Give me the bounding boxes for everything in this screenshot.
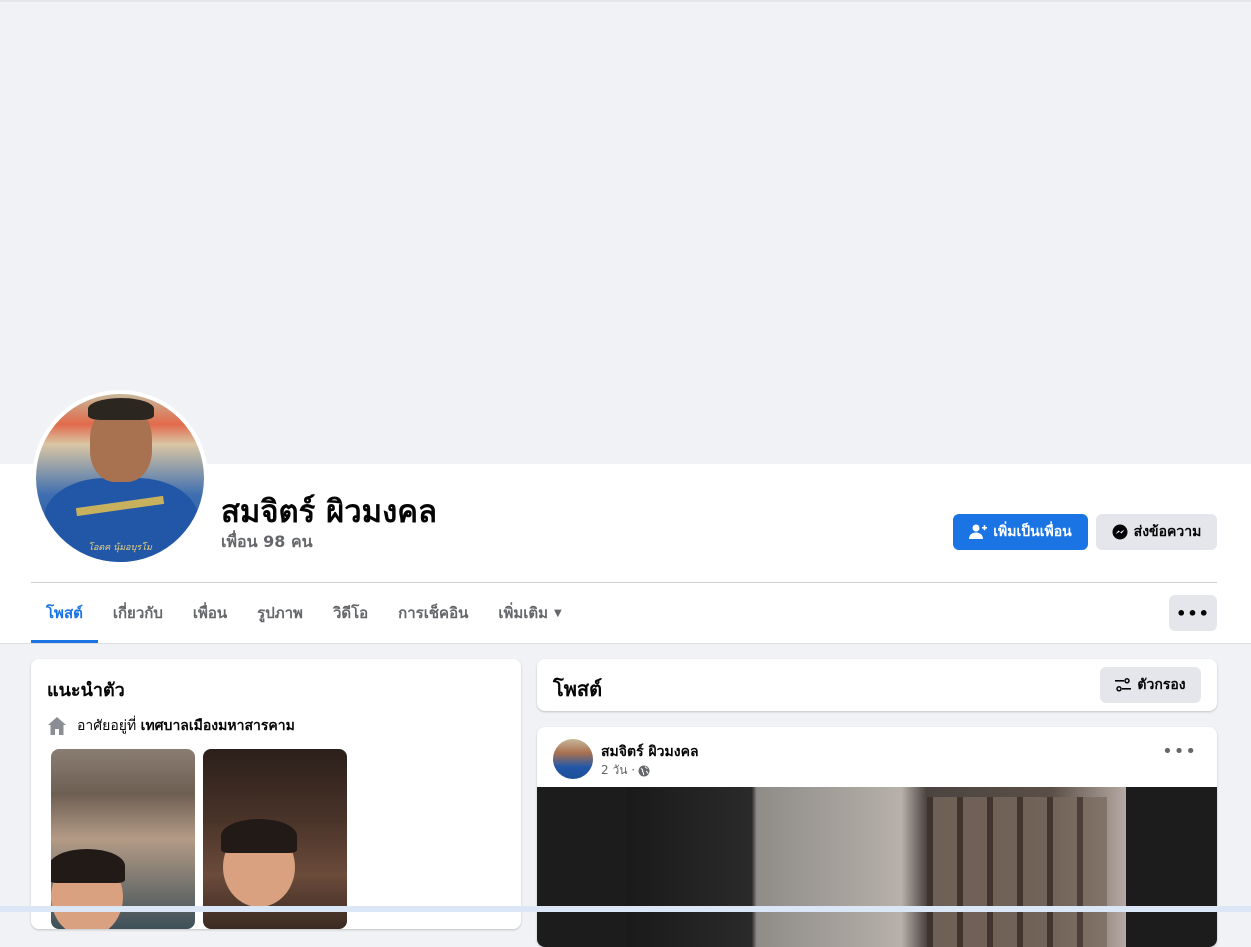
avatar-image: โอดค นุ้มอบุรโม (36, 394, 204, 562)
filter-icon (1115, 678, 1132, 692)
avatar-caption: โอดค นุ้มอบุรโม (88, 543, 152, 553)
post-photo[interactable] (537, 787, 1217, 947)
lives-prefix: อาศัยอยู่ที่ (77, 718, 137, 734)
post-timestamp[interactable]: 2 วัน · (601, 761, 635, 780)
post-photo-image (627, 787, 1126, 947)
tab-friends[interactable]: เพื่อน (178, 584, 242, 642)
more-dots-icon: ••• (1176, 603, 1210, 623)
bottom-edge (0, 906, 1251, 912)
profile-name: สมจิตร์ ผิวมงคล (221, 494, 437, 530)
tab-posts[interactable]: โพสต์ (31, 584, 98, 643)
send-message-button[interactable]: ส่งข้อความ (1096, 514, 1217, 550)
tab-about[interactable]: เกี่ยวกับ (98, 584, 178, 642)
friends-count[interactable]: เพื่อน 98 คน (221, 530, 313, 555)
send-message-label: ส่งข้อความ (1133, 524, 1202, 540)
tab-photos[interactable]: รูปภาพ (242, 584, 318, 642)
post-author-name[interactable]: สมจิตร์ ผิวมงคล (601, 741, 699, 763)
header-divider (31, 582, 1217, 583)
globe-icon (638, 765, 650, 776)
post-meta: 2 วัน · (601, 761, 650, 780)
filter-label: ตัวกรอง (1137, 677, 1186, 693)
profile-avatar[interactable]: โอดค นุ้มอบุรโม (32, 390, 208, 566)
post-card: สมจิตร์ ผิวมงคล 2 วัน · ••• (537, 727, 1217, 947)
posts-title: โพสต์ (553, 677, 603, 701)
home-icon (48, 717, 66, 735)
add-friend-icon (969, 524, 988, 539)
lives-in-row: อาศัยอยู่ที่ เทศบาลเมืองมหาสารคาม (47, 715, 295, 737)
post-author-avatar[interactable] (553, 739, 593, 779)
profile-more-button[interactable]: ••• (1169, 595, 1217, 631)
add-friend-button[interactable]: เพิ่มเป็นเพื่อน (953, 514, 1088, 550)
cover-photo (0, 0, 1251, 464)
featured-photo[interactable] (203, 749, 347, 929)
tab-checkins[interactable]: การเช็คอิน (383, 584, 483, 642)
messenger-icon (1112, 524, 1128, 540)
tab-videos[interactable]: วิดีโอ (318, 584, 383, 642)
intro-title: แนะนำตัว (47, 680, 125, 701)
add-friend-label: เพิ่มเป็นเพื่อน (993, 524, 1072, 540)
caret-down-icon: ▼ (554, 607, 562, 619)
lives-place-link[interactable]: เทศบาลเมืองมหาสารคาม (141, 718, 295, 734)
filter-button[interactable]: ตัวกรอง (1100, 667, 1201, 703)
profile-tabs: โพสต์ เกี่ยวกับ เพื่อน รูปภาพ วิดีโอ การ… (31, 584, 577, 643)
intro-card: แนะนำตัว อาศัยอยู่ที่ เทศบาลเมืองมหาสารค… (31, 659, 521, 929)
post-menu-button[interactable]: ••• (1162, 741, 1197, 762)
tab-more[interactable]: เพิ่มเติม ▼ (483, 584, 576, 642)
featured-photo[interactable] (51, 749, 195, 929)
